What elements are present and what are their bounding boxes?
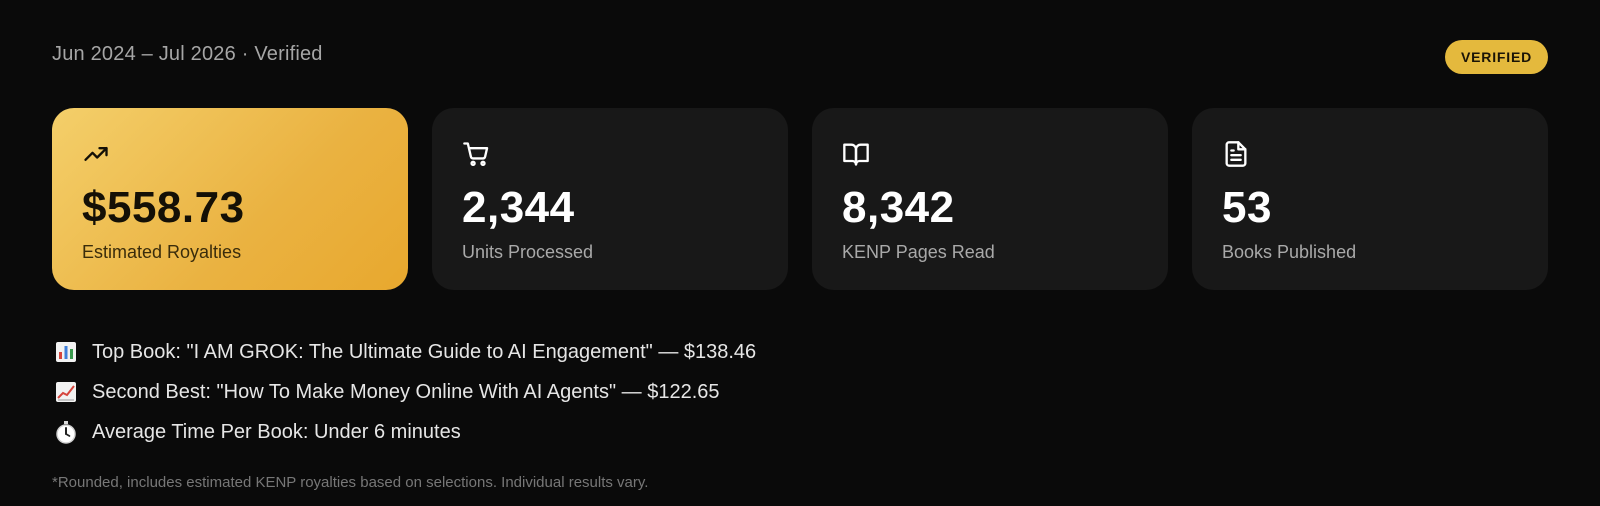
trending-up-icon: [84, 147, 108, 161]
summary-header: Jun 2024 – Jul 2026 · Verified VERIFIED: [52, 40, 1548, 74]
shopping-cart-icon: [463, 142, 489, 167]
books-value: 53: [1222, 183, 1272, 232]
disclaimer-footnote: *Rounded, includes estimated KENP royalt…: [52, 474, 649, 491]
units-label: Units Processed: [462, 242, 594, 262]
royalties-label: Estimated Royalties: [82, 242, 242, 262]
stat-card-kenp: 8,342 KENP Pages Read: [812, 108, 1168, 290]
bar-chart-icon: [56, 342, 76, 362]
books-label: Books Published: [1222, 242, 1357, 262]
stats-cards: $558.73 Estimated Royalties 2,344 Units …: [52, 108, 1548, 290]
line-chart-icon: [56, 382, 76, 402]
stat-card-books: 53 Books Published: [1192, 108, 1548, 290]
open-book-icon: [843, 143, 869, 166]
document-icon: [1225, 141, 1247, 167]
list-item: Average Time Per Book: Under 6 minutes: [54, 412, 1354, 452]
kenp-label: KENP Pages Read: [842, 242, 995, 262]
stat-card-units: 2,344 Units Processed: [432, 108, 788, 290]
list-item: Top Book: "I AM GROK: The Ultimate Guide…: [54, 332, 1354, 372]
top-book-text: Top Book: "I AM GROK: The Ultimate Guide…: [92, 340, 757, 363]
second-best-text: Second Best: "How To Make Money Online W…: [92, 380, 720, 403]
stopwatch-icon: [56, 421, 76, 444]
highlights-list: Top Book: "I AM GROK: The Ultimate Guide…: [54, 332, 1354, 452]
units-value: 2,344: [462, 183, 575, 232]
royalties-value: $558.73: [82, 183, 245, 232]
list-item: Second Best: "How To Make Money Online W…: [54, 372, 1354, 412]
stat-card-royalties: $558.73 Estimated Royalties: [52, 108, 408, 290]
date-range-label: Jun 2024 – Jul 2026 · Verified: [52, 43, 323, 65]
average-time-text: Average Time Per Book: Under 6 minutes: [92, 420, 461, 443]
kenp-value: 8,342: [842, 183, 955, 232]
verified-badge: VERIFIED: [1445, 40, 1548, 74]
